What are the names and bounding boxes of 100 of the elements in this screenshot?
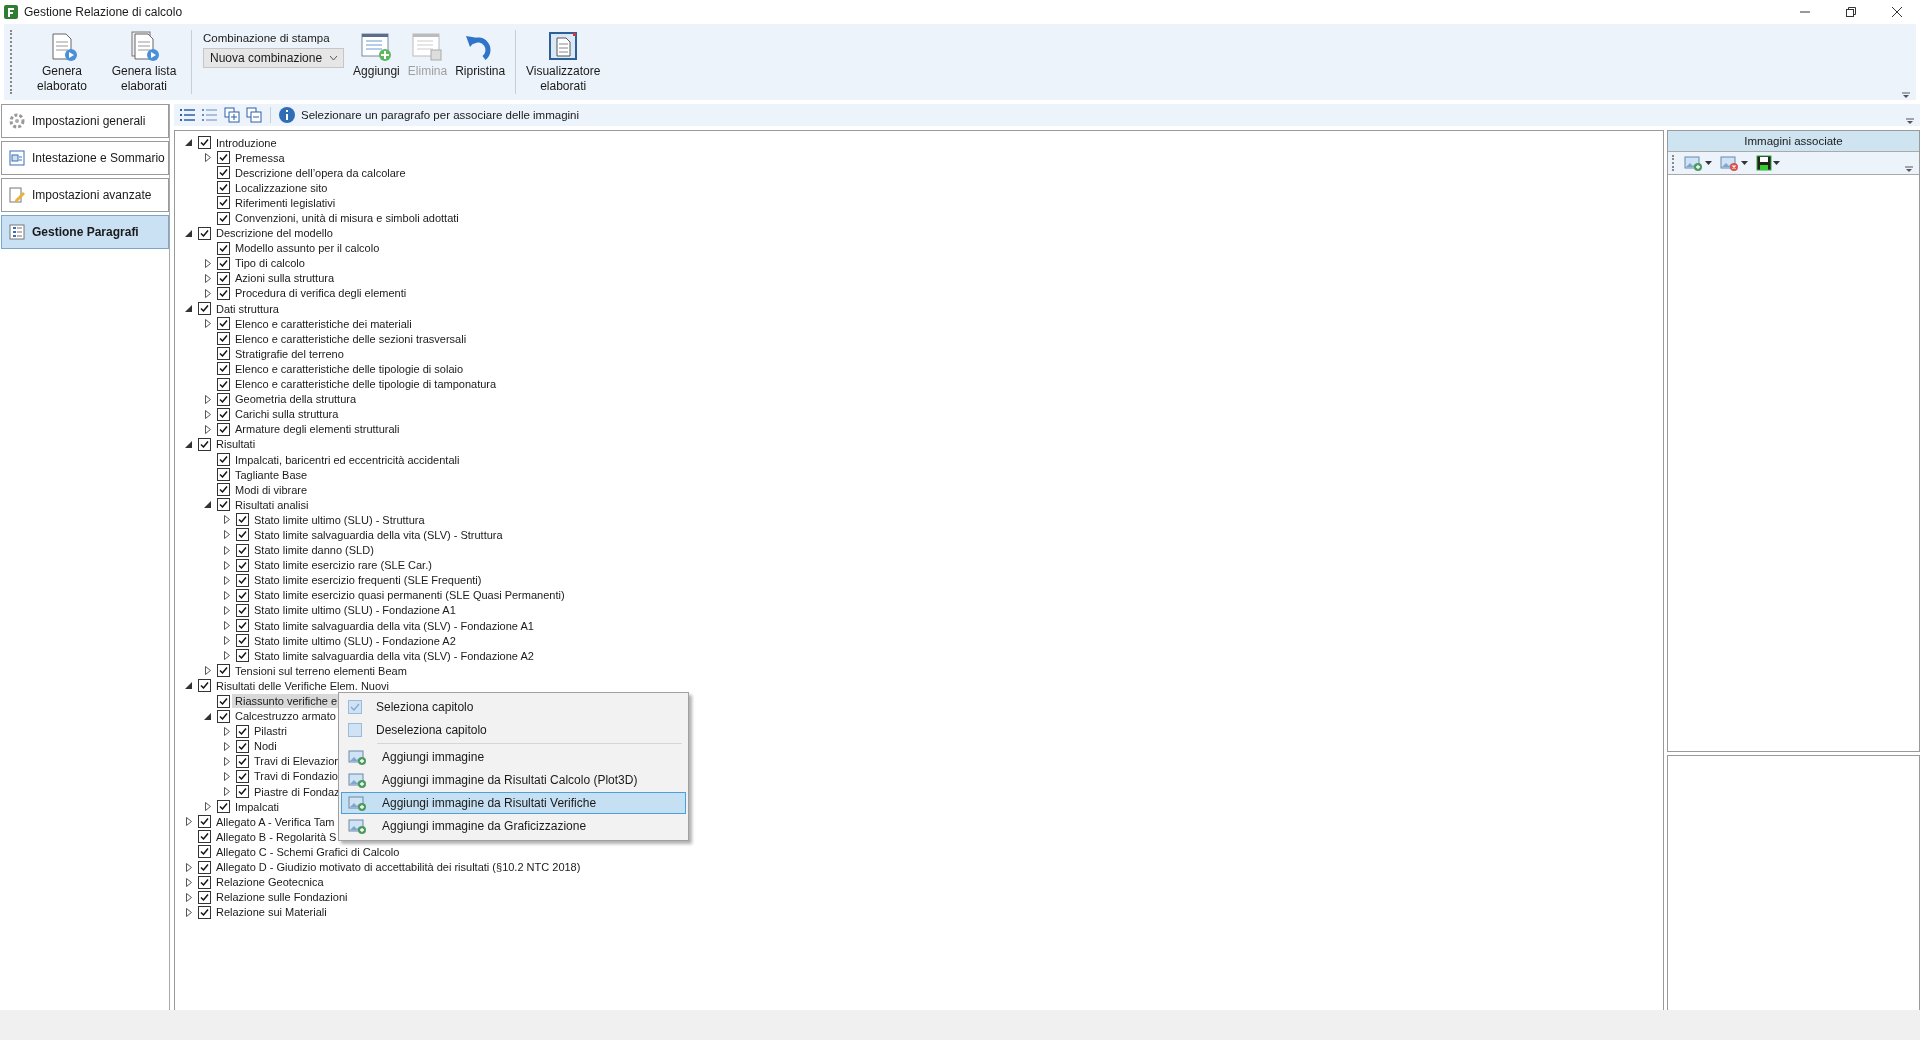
checkbox[interactable]: [236, 543, 249, 557]
menu-item[interactable]: Aggiungi immagine: [341, 746, 686, 769]
checkbox[interactable]: [236, 739, 249, 753]
checkbox[interactable]: [198, 845, 211, 859]
tree-item[interactable]: Relazione sulle Fondazioni: [213, 890, 351, 905]
checkbox[interactable]: [198, 905, 211, 919]
tree-item[interactable]: Localizzazione sito: [232, 180, 331, 195]
tree-item[interactable]: Risultati delle Verifiche Elem. Nuovi: [213, 678, 393, 693]
tree-item[interactable]: Allegato A - Verifica Tam: [213, 814, 338, 829]
checkbox[interactable]: [217, 287, 230, 300]
tree-item[interactable]: Impalcati: [232, 799, 283, 814]
tree-item[interactable]: Procedura di verifica degli elementi: [232, 286, 410, 301]
checkbox[interactable]: [217, 709, 230, 723]
tree-item[interactable]: Impalcati, baricentri ed eccentricità accidentali: [232, 452, 463, 467]
tree-item[interactable]: Calcestruzzo armato: [232, 709, 339, 724]
tree-item[interactable]: Elenco e caratteristiche dei materiali: [232, 316, 415, 331]
tree-item[interactable]: Tipo di calcolo: [232, 256, 308, 271]
tree-item[interactable]: Dati struttura: [213, 301, 282, 316]
tool-dropdown-button[interactable]: [1756, 155, 1780, 171]
checkbox[interactable]: [217, 166, 230, 180]
tool-dropdown-button[interactable]: [1684, 155, 1712, 171]
checkbox[interactable]: [217, 498, 230, 512]
tree-item[interactable]: Elenco e caratteristiche delle tipologie di solaio: [232, 361, 467, 376]
tree-item[interactable]: Riassunto verifiche e: [232, 694, 341, 708]
checkbox[interactable]: [217, 271, 230, 285]
checkbox[interactable]: [236, 513, 249, 527]
tree-item[interactable]: Stato limite salvaguardia della vita (SLV) - Fondazione A1: [251, 618, 537, 633]
tree-item[interactable]: Riferimenti legislativi: [232, 195, 339, 210]
tree-item[interactable]: Travi di Fondazio: [251, 769, 341, 784]
checkbox[interactable]: [217, 694, 230, 708]
menu-item[interactable]: Seleziona capitolo: [341, 696, 686, 719]
sidebar-item[interactable]: Intestazione e Sommario: [1, 141, 169, 175]
checkbox[interactable]: [198, 875, 211, 889]
checkbox[interactable]: [217, 483, 230, 497]
tree-item[interactable]: Risultati: [213, 437, 259, 452]
tree-item[interactable]: Stratigrafie del terreno: [232, 346, 347, 361]
tree-item[interactable]: Relazione Geotecnica: [213, 875, 327, 890]
menu-item[interactable]: Aggiungi immagine da Graficizzazione: [341, 815, 686, 838]
tree-item[interactable]: Convenzioni, unità di misura e simboli adottati: [232, 211, 462, 225]
tree-item[interactable]: Descrizione del modello: [213, 226, 336, 241]
tree-item[interactable]: Stato limite esercizio rare (SLE Car.): [251, 558, 435, 573]
checkbox[interactable]: [217, 347, 230, 361]
tree-item[interactable]: Introduzione: [213, 135, 280, 150]
checkbox[interactable]: [198, 437, 211, 451]
sidebar-item[interactable]: Impostazioni generali: [1, 104, 169, 138]
checkbox[interactable]: [236, 724, 249, 738]
checkbox[interactable]: [217, 241, 230, 255]
combination-dropdown[interactable]: Nuova combinazione: [203, 48, 345, 68]
tree-item[interactable]: Stato limite esercizio frequenti (SLE Frequenti): [251, 573, 485, 588]
tree-item[interactable]: Allegato C - Schemi Grafici di Calcolo: [213, 844, 403, 859]
checkbox[interactable]: [217, 362, 230, 376]
menu-item[interactable]: Aggiungi immagine da Risultati Calcolo (Plot3D): [341, 769, 686, 792]
tree-item[interactable]: Stato limite esercizio quasi permanenti (SLE Quasi Permanenti): [251, 588, 568, 603]
tree-item[interactable]: Modi di vibrare: [232, 482, 311, 497]
toolbar-button[interactable]: Genera lista elaborati: [104, 26, 184, 98]
checkbox[interactable]: [217, 468, 230, 482]
checkbox[interactable]: [217, 453, 230, 466]
checkbox[interactable]: [236, 588, 249, 602]
checkbox[interactable]: [217, 664, 230, 678]
checkbox[interactable]: [217, 800, 230, 814]
toolbar-button[interactable]: Visualizzatore elaborati: [523, 26, 604, 98]
tree-item[interactable]: Allegato B - Regolarità S: [213, 829, 340, 844]
tree-item[interactable]: Azioni sulla struttura: [232, 271, 338, 286]
sidebar-item[interactable]: Impostazioni avanzate: [1, 178, 169, 212]
checkbox[interactable]: [236, 603, 249, 617]
checkbox[interactable]: [236, 770, 249, 783]
toolbar-button[interactable]: Genera elaborato: [22, 26, 102, 98]
checkbox[interactable]: [236, 785, 249, 799]
checkbox[interactable]: [198, 860, 211, 874]
checkbox[interactable]: [236, 754, 249, 768]
tree-item[interactable]: Premessa: [232, 150, 288, 165]
checkbox[interactable]: [217, 151, 230, 165]
checkbox[interactable]: [217, 196, 230, 210]
checkbox[interactable]: [236, 558, 249, 572]
checkbox[interactable]: [217, 256, 230, 270]
tree-item[interactable]: Stato limite danno (SLD): [251, 543, 377, 558]
checkbox[interactable]: [217, 332, 230, 346]
checkbox[interactable]: [236, 573, 249, 587]
tree-item[interactable]: Stato limite salvaguardia della vita (SLV) - Struttura: [251, 528, 506, 542]
checkbox[interactable]: [217, 392, 230, 406]
checkbox[interactable]: [217, 181, 230, 195]
checkbox[interactable]: [217, 407, 230, 421]
checkbox[interactable]: [198, 679, 211, 693]
checkbox[interactable]: [217, 422, 230, 436]
checkbox[interactable]: [217, 317, 230, 331]
checkbox[interactable]: [198, 830, 211, 844]
checkbox[interactable]: [236, 528, 249, 542]
tree-item[interactable]: Allegato D - Giudizio motivato di accettabilità dei risultati (§10.2 NTC 2018): [213, 860, 584, 875]
checkbox[interactable]: [217, 377, 230, 391]
tree-item[interactable]: Modello assunto per il calcolo: [232, 241, 383, 256]
checkbox[interactable]: [236, 619, 249, 633]
menu-item[interactable]: Deseleziona capitolo: [341, 719, 686, 742]
tree-item[interactable]: Stato limite ultimo (SLU) - Fondazione A2: [251, 633, 459, 648]
tree-item[interactable]: Risultati analisi: [232, 497, 312, 512]
tree-item[interactable]: Armature degli elementi strutturali: [232, 422, 403, 437]
menu-item[interactable]: Aggiungi immagine da Risultati Verifiche: [341, 792, 686, 815]
checkbox[interactable]: [198, 226, 211, 240]
checkbox[interactable]: [198, 136, 211, 150]
sidebar-item[interactable]: Gestione Paragrafi: [1, 215, 169, 249]
toolbar-button[interactable]: Aggiungi: [350, 26, 403, 98]
